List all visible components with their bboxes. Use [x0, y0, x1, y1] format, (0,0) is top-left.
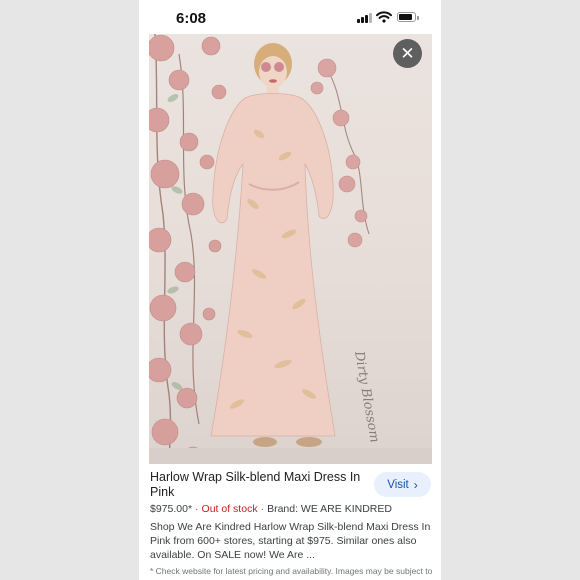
chevron-right-icon: › — [413, 477, 418, 492]
phone-screen: 6:08 Dirty Blossom ✕ Harlow Wrap Silk-bl… — [139, 0, 441, 580]
signature-text: Dirty Blossom — [351, 349, 382, 444]
product-image[interactable]: Dirty Blossom ✕ — [149, 34, 432, 464]
disclaimer-text: * Check website for latest pricing and a… — [150, 566, 433, 580]
product-photo: Dirty Blossom — [149, 34, 432, 464]
stock-status: Out of stock — [201, 503, 258, 515]
separator-dot: · — [195, 503, 199, 515]
close-icon: ✕ — [400, 44, 415, 63]
product-title[interactable]: Harlow Wrap Silk-blend Maxi Dress In Pin… — [150, 470, 365, 500]
visit-button-label: Visit — [387, 478, 409, 491]
status-bar: 6:08 — [139, 0, 441, 34]
separator-dot: · — [260, 503, 265, 515]
product-description: Shop We Are Kindred Harlow Wrap Silk-ble… — [150, 521, 431, 561]
wifi-icon — [376, 11, 392, 23]
product-info-panel: Harlow Wrap Silk-blend Maxi Dress In Pin… — [139, 464, 441, 580]
floral-pattern — [149, 34, 227, 464]
product-price: $975.00* — [150, 503, 193, 515]
close-button[interactable]: ✕ — [393, 39, 422, 68]
dress-shape — [210, 93, 336, 437]
signal-icon — [357, 12, 373, 23]
visit-button[interactable]: Visit › — [374, 472, 431, 497]
product-brand: Brand: WE ARE KINDRED — [267, 503, 392, 515]
product-meta-row: $975.00* · Out of stock · Brand: WE ARE KIND… — [150, 503, 392, 515]
battery-icon — [397, 12, 419, 22]
status-time: 6:08 — [176, 10, 207, 27]
